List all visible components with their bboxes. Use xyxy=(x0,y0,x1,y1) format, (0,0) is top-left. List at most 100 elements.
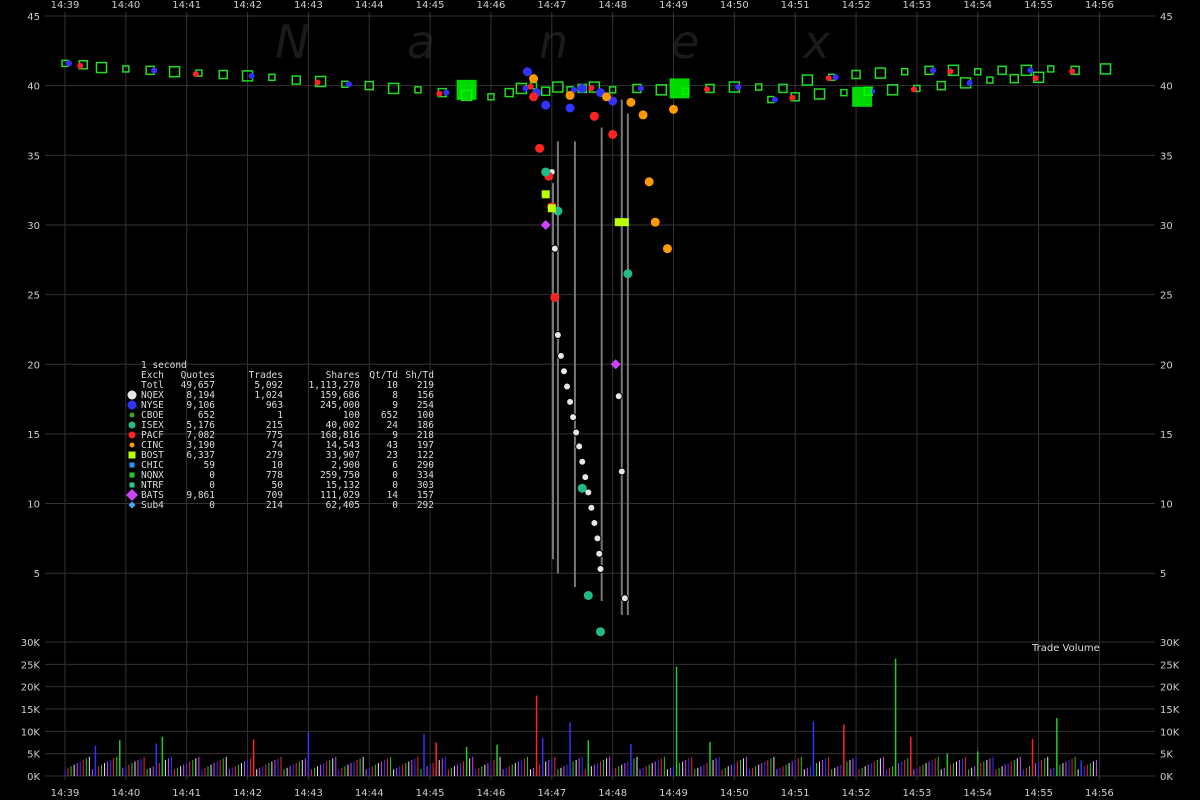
quote-dot xyxy=(192,71,199,78)
quote-block xyxy=(669,78,690,99)
trade-marker-isex xyxy=(583,590,593,600)
trade-marker-nyse xyxy=(541,100,551,110)
legend-marker xyxy=(128,421,136,429)
volume-tick-label-right: 0K xyxy=(1160,772,1173,783)
trade-marker-nqex xyxy=(578,457,587,466)
quote-dot xyxy=(345,81,352,88)
legend-marker xyxy=(129,472,135,478)
y-tick-label-right: 40 xyxy=(1160,82,1173,93)
y-tick-label-right: 35 xyxy=(1160,151,1173,162)
y-tick-label-right: 10 xyxy=(1160,500,1173,511)
x-tick-label-bottom: 14:39 xyxy=(51,788,80,799)
watermark-letter: n xyxy=(539,15,568,69)
legend-marker xyxy=(127,400,137,410)
x-tick-label-bottom: 14:40 xyxy=(111,788,140,799)
legend-cell: 0 xyxy=(209,500,215,511)
x-tick-label-top: 14:45 xyxy=(416,0,445,11)
volume-tick-label-left: 5K xyxy=(27,750,40,761)
quote-dot xyxy=(789,94,796,101)
y-tick-label-left: 45 xyxy=(27,12,40,23)
trade-marker-isex xyxy=(623,269,633,279)
volume-panel-title: Trade Volume xyxy=(1031,643,1100,654)
trade-marker-nqex xyxy=(587,503,596,512)
x-tick-label-top: 14:41 xyxy=(172,0,201,11)
trade-marker-nqex xyxy=(572,428,581,437)
quote-dot xyxy=(1032,75,1039,82)
volume-tick-label-right: 15K xyxy=(1160,705,1180,716)
trade-marker-isex xyxy=(541,167,551,177)
quote-dot xyxy=(443,89,450,96)
x-tick-label-top: 14:39 xyxy=(51,0,80,11)
x-tick-label-bottom: 14:56 xyxy=(1085,788,1114,799)
quote-dot xyxy=(436,90,443,97)
x-tick-label-top: 14:49 xyxy=(659,0,688,11)
quote-dot xyxy=(314,79,321,86)
trade-marker-pacf xyxy=(589,111,599,121)
quote-dot xyxy=(910,86,917,93)
x-tick-label-bottom: 14:41 xyxy=(172,788,201,799)
trade-marker-cinc xyxy=(644,177,654,187)
volume-tick-label-right: 30K xyxy=(1160,638,1180,649)
trade-marker-nqex xyxy=(569,413,578,422)
x-tick-label-top: 14:40 xyxy=(111,0,140,11)
legend-cell: 214 xyxy=(266,500,283,511)
trade-marker-nqex xyxy=(556,351,565,360)
y-tick-label-right: 15 xyxy=(1160,430,1173,441)
trade-marker-cinc xyxy=(626,97,636,107)
quote-dot xyxy=(77,62,84,69)
legend-marker xyxy=(127,390,137,400)
trade-marker-nqex xyxy=(550,244,559,253)
volume-tick-label-right: 10K xyxy=(1160,727,1180,738)
quote-dot xyxy=(735,84,742,91)
trade-marker-isex xyxy=(595,627,605,637)
x-tick-label-top: 14:43 xyxy=(294,0,323,11)
quote-dot xyxy=(151,67,158,74)
legend-marker xyxy=(129,442,135,448)
x-tick-label-bottom: 14:46 xyxy=(477,788,506,799)
legend-cell: 0 xyxy=(392,500,398,511)
x-tick-label-bottom: 14:47 xyxy=(537,788,566,799)
y-tick-label-right: 5 xyxy=(1160,569,1166,580)
volume-tick-label-left: 30K xyxy=(21,638,41,649)
x-tick-label-top: 14:50 xyxy=(720,0,749,11)
trade-marker-nqex xyxy=(617,467,626,476)
trade-marker-bost xyxy=(620,218,629,227)
trade-marker-nqex xyxy=(566,397,575,406)
volume-tick-label-left: 15K xyxy=(21,705,41,716)
quote-dot xyxy=(588,85,595,92)
chart-background xyxy=(0,0,1200,800)
quote-dot xyxy=(527,83,534,90)
quote-dot xyxy=(947,68,954,75)
trade-marker-nqex xyxy=(596,565,605,574)
volume-tick-label-left: 10K xyxy=(21,727,41,738)
volume-tick-label-right: 25K xyxy=(1160,660,1180,671)
x-tick-label-bottom: 14:53 xyxy=(902,788,931,799)
volume-tick-label-right: 5K xyxy=(1160,750,1173,761)
quote-dot xyxy=(248,72,255,79)
watermark-letter: N xyxy=(275,15,309,69)
x-tick-label-top: 14:56 xyxy=(1085,0,1114,11)
quote-block xyxy=(456,79,477,100)
quote-dot xyxy=(930,67,937,74)
quote-dot xyxy=(832,74,839,81)
trade-marker-pacf xyxy=(550,292,560,302)
trade-marker-nyse xyxy=(577,83,587,93)
quote-dot xyxy=(66,60,72,67)
x-tick-label-top: 14:55 xyxy=(1024,0,1053,11)
x-tick-label-top: 14:51 xyxy=(781,0,810,11)
trade-marker-nyse xyxy=(522,67,532,77)
trade-marker-cinc xyxy=(662,244,672,254)
y-tick-label-left: 30 xyxy=(27,221,40,232)
x-tick-label-top: 14:52 xyxy=(842,0,871,11)
y-tick-label-right: 30 xyxy=(1160,221,1173,232)
watermark-letter: a xyxy=(407,15,435,69)
x-tick-label-top: 14:44 xyxy=(355,0,384,11)
x-tick-label-bottom: 14:55 xyxy=(1024,788,1053,799)
x-tick-label-top: 14:48 xyxy=(598,0,627,11)
trade-marker-nqex xyxy=(581,473,590,482)
legend-marker xyxy=(129,462,135,468)
nanex-chart: Na n e x 14:39 14:40 14:41 14:42 14:43 14:44 14:4… xyxy=(0,0,1200,800)
watermark-letter: e xyxy=(671,15,699,69)
trade-marker-cinc xyxy=(602,92,612,102)
volume-tick-label-right: 20K xyxy=(1160,683,1180,694)
